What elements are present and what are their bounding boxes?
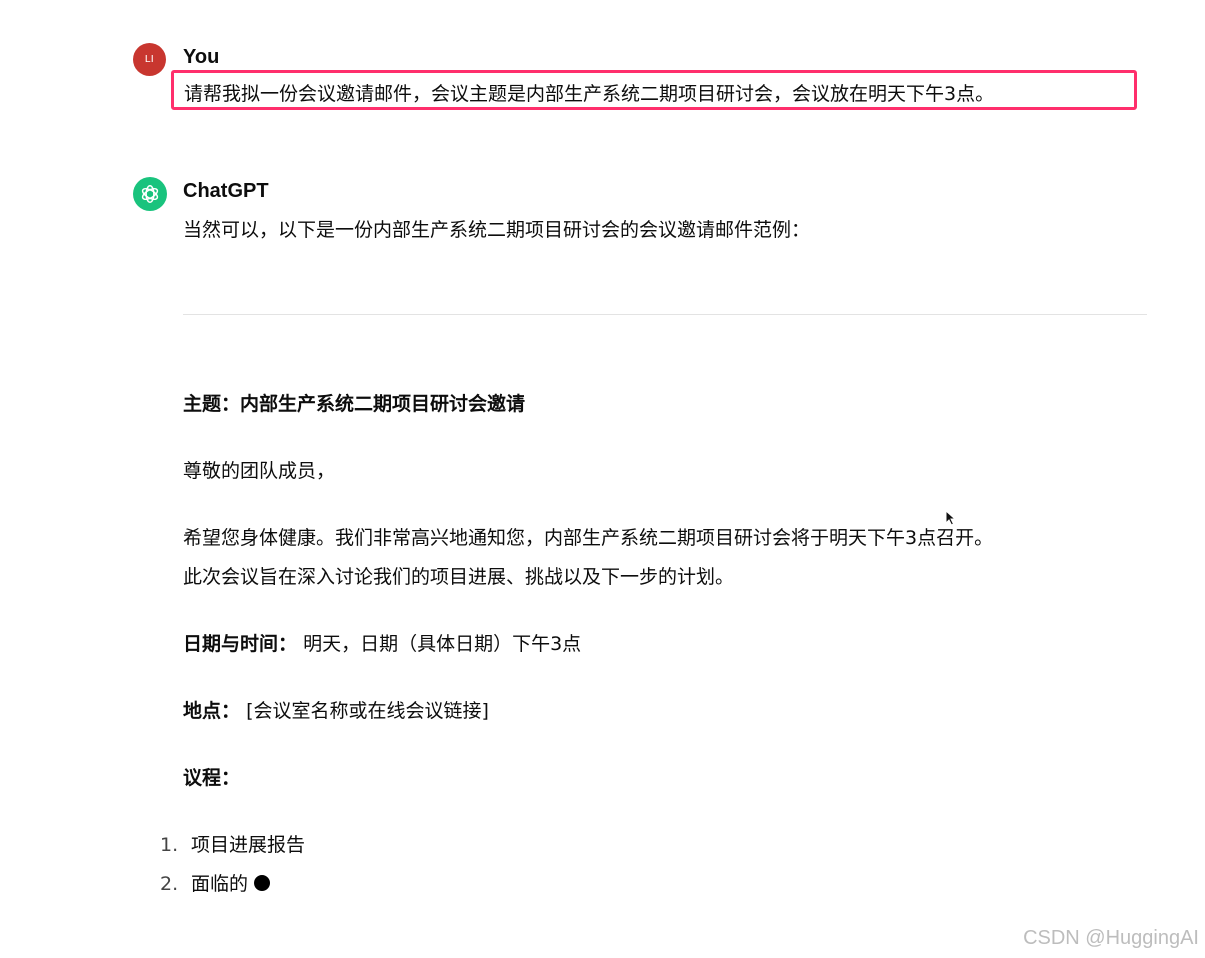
email-subject: 主题：内部生产系统二期项目研讨会邀请 [183, 389, 525, 416]
horizontal-divider [183, 314, 1147, 315]
watermark: CSDN @HuggingAI [1023, 927, 1199, 949]
email-subject-value: 内部生产系统二期项目研讨会邀请 [240, 393, 526, 415]
assistant-intro: 当然可以，以下是一份内部生产系统二期项目研讨会的会议邀请邮件范例： [183, 219, 811, 241]
agenda-item-text: 面临的 [191, 873, 249, 895]
agenda-item-number: 1. [160, 834, 179, 856]
agenda-list-item: 1. 项目进展报告 [160, 830, 305, 857]
agenda-list-item: 2. 面临的 [160, 869, 271, 896]
email-subject-label: 主题： [183, 393, 241, 415]
email-datetime-value: 明天，日期（具体日期）下午3点 [303, 633, 582, 655]
email-location-label: 地点： [183, 700, 241, 722]
chat-page: LI You 请帮我拟一份会议邀请邮件，会议主题是内部生产系统二期项目研讨会，会… [0, 0, 1205, 958]
user-avatar: LI [133, 43, 166, 76]
user-message-highlight: 请帮我拟一份会议邀请邮件，会议主题是内部生产系统二期项目研讨会，会议放在明天下午… [171, 70, 1137, 110]
email-location: 地点： [会议室名称或在线会议链接] [183, 696, 489, 723]
email-datetime-label: 日期与时间： [183, 633, 298, 655]
user-avatar-initials: LI [144, 54, 155, 65]
agenda-item-number: 2. [160, 873, 179, 895]
email-greeting: 尊敬的团队成员， [183, 460, 336, 482]
mouse-pointer-icon [945, 510, 957, 526]
email-agenda-label: 议程： [183, 767, 241, 789]
agenda-item-text: 项目进展报告 [191, 834, 306, 856]
chatgpt-avatar [133, 177, 167, 211]
email-body-line-1: 希望您身体健康。我们非常高兴地通知您，内部生产系统二期项目研讨会将于明天下午3点… [183, 527, 994, 549]
email-body-line-2: 此次会议旨在深入讨论我们的项目进展、挑战以及下一步的计划。 [183, 566, 735, 588]
user-author-name: You [183, 46, 220, 68]
assistant-author-name: ChatGPT [183, 180, 269, 202]
openai-logo-icon [141, 185, 159, 203]
user-message-text: 请帮我拟一份会议邀请邮件，会议主题是内部生产系统二期项目研讨会，会议放在明天下午… [184, 83, 995, 105]
streaming-cursor-icon [254, 875, 271, 891]
email-location-value: [会议室名称或在线会议链接] [246, 700, 489, 722]
email-datetime: 日期与时间： 明天，日期（具体日期）下午3点 [183, 629, 581, 656]
